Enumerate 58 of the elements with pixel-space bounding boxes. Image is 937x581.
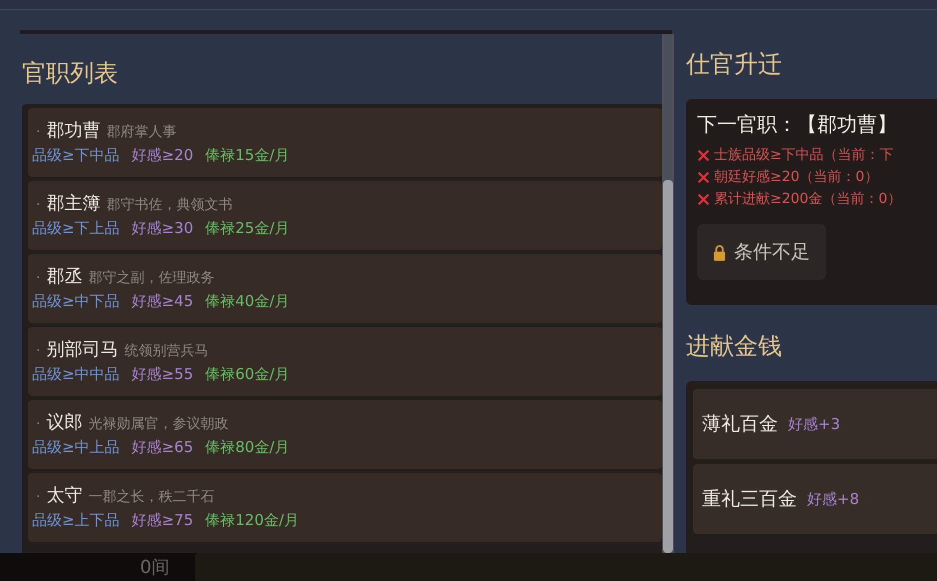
salary: 俸禄15金/月	[205, 146, 290, 165]
office-description: 光禄勋属官，参议朝政	[88, 415, 228, 433]
donation-option[interactable]: 重礼三百金 好感+8	[693, 464, 937, 534]
bullet: ·	[36, 197, 40, 213]
salary: 俸禄60金/月	[205, 365, 290, 384]
donation-option[interactable]: 薄礼百金 好感+3	[693, 389, 937, 459]
office-row[interactable]: · 别部司马 统领别营兵马 品级≥中中品 好感≥55 俸禄60金/月	[28, 327, 662, 396]
scrollbar[interactable]	[662, 34, 674, 553]
salary: 俸禄120金/月	[205, 511, 299, 530]
office-name: 郡功曹	[46, 119, 100, 142]
office-row[interactable]: · 郡丞 郡守之副，佐理政务 品级≥中下品 好感≥45 俸禄40金/月	[28, 254, 662, 323]
favor-bonus: 好感+3	[788, 414, 840, 434]
condition-text: 朝廷好感≥20（当前：0）	[714, 168, 878, 187]
bullet: ·	[36, 343, 40, 359]
favor-requirement: 好感≥20	[132, 146, 194, 165]
favor-requirement: 好感≥65	[132, 438, 194, 457]
favor-bonus: 好感+8	[807, 490, 860, 508]
favor-requirement: 好感≥75	[132, 511, 194, 530]
office-row[interactable]: · 郡功曹 郡府掌人事 品级≥下中品 好感≥20 俸禄15金/月	[28, 108, 662, 177]
rank-requirement: 品级≥上下品	[32, 511, 120, 530]
gift-name: 重礼三百金	[702, 487, 797, 512]
office-description: 郡守书佐，典领文书	[106, 196, 232, 214]
favor-requirement: 好感≥30	[132, 219, 194, 238]
footer-text: 0间	[140, 556, 170, 579]
salary: 俸禄40金/月	[205, 292, 290, 311]
office-name: 太守	[46, 484, 82, 507]
office-description: 郡守之副，佐理政务	[88, 269, 214, 287]
office-name: 议郎	[46, 411, 82, 434]
rank-requirement: 品级≥下中品	[32, 146, 120, 165]
office-description: 统领别营兵马	[124, 342, 208, 360]
office-row[interactable]: · 太守 一郡之长，秩二千石 品级≥上下品 好感≥75 俸禄120金/月	[28, 473, 662, 542]
office-description: 一郡之长，秩二千石	[88, 488, 214, 506]
favor-requirement: 好感≥45	[132, 292, 194, 311]
condition-text: 累计进献≥200金（当前：0）	[714, 190, 902, 209]
lock-icon	[713, 244, 726, 260]
next-office: 下一官职：【郡功曹】	[697, 111, 898, 138]
bullet: ·	[36, 124, 40, 140]
office-row[interactable]: · 郡主簿 郡守书佐，典领文书 品级≥下上品 好感≥30 俸禄25金/月	[28, 181, 662, 250]
section-title: 仕官升迁	[686, 49, 783, 79]
office-name: 别部司马	[46, 338, 118, 361]
office-name: 郡丞	[46, 265, 82, 288]
salary: 俸禄25金/月	[205, 219, 290, 238]
office-description: 郡府掌人事	[106, 123, 176, 141]
favor-requirement: 好感≥55	[132, 365, 194, 384]
gift-name: 薄礼百金	[702, 412, 778, 437]
rank-requirement: 品级≥中中品	[32, 365, 120, 384]
office-name: 郡主簿	[46, 192, 100, 215]
rank-requirement: 品级≥下上品	[32, 219, 120, 238]
bullet: ·	[36, 489, 40, 505]
bullet: ·	[36, 270, 40, 286]
salary: 俸禄80金/月	[205, 438, 290, 457]
section-title: 进献金钱	[686, 331, 783, 361]
section-title: 官职列表	[22, 58, 119, 88]
condition-text: 士族品级≥下中品（当前：下	[714, 146, 894, 165]
rank-requirement: 品级≥中上品	[32, 438, 120, 457]
office-row[interactable]: · 议郎 光禄勋属官，参议朝政 品级≥中上品 好感≥65 俸禄80金/月	[28, 400, 662, 469]
rank-requirement: 品级≥中下品	[32, 292, 120, 311]
bullet: ·	[36, 416, 40, 432]
